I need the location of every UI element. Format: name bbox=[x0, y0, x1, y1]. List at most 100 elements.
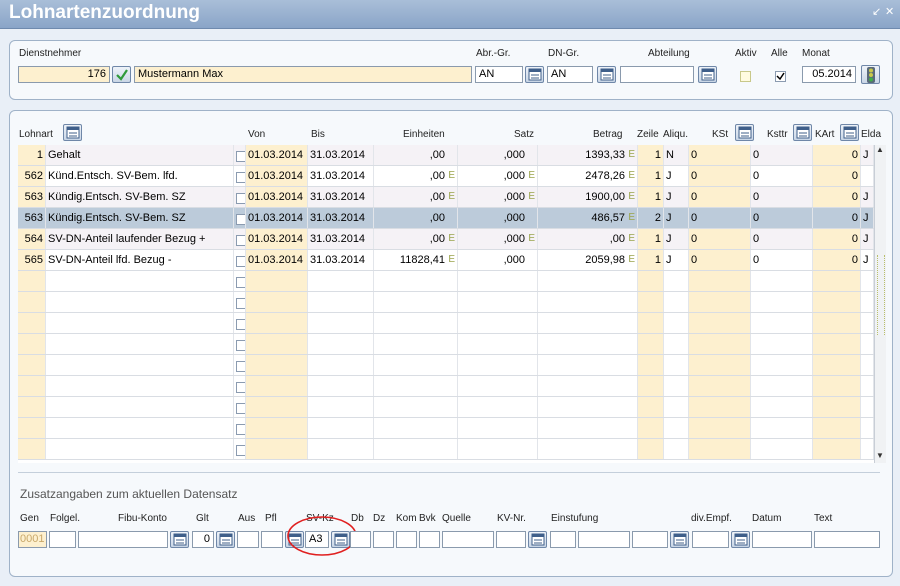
row-checkbox-cell[interactable] bbox=[234, 397, 246, 417]
cell-ksttr[interactable] bbox=[751, 439, 813, 459]
cell-von[interactable] bbox=[246, 271, 308, 291]
kom-field[interactable] bbox=[396, 531, 417, 548]
dn-confirm-button[interactable] bbox=[112, 66, 131, 83]
cell-betrag[interactable] bbox=[538, 418, 638, 438]
cell-nr[interactable] bbox=[18, 439, 46, 459]
einstufung-field-3[interactable] bbox=[632, 531, 668, 548]
cell-aliqu[interactable]: J bbox=[664, 166, 689, 186]
cell-einheiten[interactable] bbox=[374, 376, 458, 396]
cell-zeile[interactable]: 1 bbox=[638, 166, 664, 186]
cell-text[interactable] bbox=[46, 271, 234, 291]
cell-aliqu[interactable] bbox=[664, 292, 689, 312]
cell-satz[interactable] bbox=[458, 355, 538, 375]
cell-ksttr[interactable] bbox=[751, 313, 813, 333]
dn-gr-field[interactable]: AN bbox=[547, 66, 593, 83]
cell-kst[interactable]: 0 bbox=[689, 166, 751, 186]
cell-kart[interactable] bbox=[813, 355, 861, 375]
cell-von[interactable] bbox=[246, 376, 308, 396]
cell-von[interactable]: 01.03.2014 bbox=[246, 229, 308, 249]
dn-name-field[interactable]: Mustermann Max bbox=[134, 66, 472, 83]
row-checkbox-cell[interactable] bbox=[234, 271, 246, 291]
cell-betrag[interactable] bbox=[538, 376, 638, 396]
cell-von[interactable] bbox=[246, 334, 308, 354]
table-row[interactable]: 563 Kündig.Entsch. SV-Bem. SZ 01.03.2014 31… bbox=[18, 208, 874, 229]
cell-nr[interactable]: 564 bbox=[18, 229, 46, 249]
cell-kart[interactable]: 0 bbox=[813, 166, 861, 186]
cell-betrag[interactable]: ,00 E bbox=[538, 229, 638, 249]
aus-field[interactable] bbox=[237, 531, 259, 548]
empty-table-row[interactable] bbox=[18, 313, 874, 334]
cell-ksttr[interactable]: 0 bbox=[751, 250, 813, 270]
cell-zeile[interactable] bbox=[638, 418, 664, 438]
row-checkbox[interactable] bbox=[236, 319, 245, 330]
kst-picker-button[interactable] bbox=[735, 124, 754, 141]
cell-betrag[interactable] bbox=[538, 355, 638, 375]
alle-checkbox[interactable] bbox=[775, 71, 786, 82]
table-row[interactable]: 1 Gehalt 01.03.2014 31.03.2014 ,00 ,000 1393,3… bbox=[18, 145, 874, 166]
row-checkbox-cell[interactable] bbox=[234, 376, 246, 396]
cell-kst[interactable]: 0 bbox=[689, 187, 751, 207]
cell-bis[interactable]: 31.03.2014 bbox=[308, 250, 374, 270]
kart-picker-button[interactable] bbox=[840, 124, 859, 141]
dz-field[interactable] bbox=[373, 531, 394, 548]
table-row[interactable]: 562 Künd.Entsch. SV-Bem. lfd. 01.03.2014 31… bbox=[18, 166, 874, 187]
cell-text[interactable]: Gehalt bbox=[46, 145, 234, 165]
cell-einheiten[interactable]: ,00 E bbox=[374, 187, 458, 207]
cell-kart[interactable]: 0 bbox=[813, 250, 861, 270]
cell-text[interactable] bbox=[46, 355, 234, 375]
cell-einheiten[interactable]: ,00 bbox=[374, 145, 458, 165]
cell-aliqu[interactable]: J bbox=[664, 229, 689, 249]
cell-text[interactable] bbox=[46, 313, 234, 333]
cell-kart[interactable] bbox=[813, 397, 861, 417]
cell-bis[interactable]: 31.03.2014 bbox=[308, 166, 374, 186]
row-checkbox-cell[interactable] bbox=[234, 418, 246, 438]
cell-elda[interactable]: J bbox=[861, 208, 874, 228]
cell-kart[interactable] bbox=[813, 376, 861, 396]
cell-elda[interactable] bbox=[861, 334, 874, 354]
cell-ksttr[interactable] bbox=[751, 418, 813, 438]
row-checkbox-cell[interactable] bbox=[234, 439, 246, 459]
cell-ksttr[interactable] bbox=[751, 397, 813, 417]
cell-von[interactable] bbox=[246, 292, 308, 312]
cell-nr[interactable] bbox=[18, 292, 46, 312]
cell-satz[interactable] bbox=[458, 418, 538, 438]
row-checkbox[interactable] bbox=[236, 382, 245, 393]
div-empf-picker-button[interactable] bbox=[731, 531, 750, 548]
scroll-down-icon[interactable]: ▼ bbox=[876, 451, 884, 460]
gen-field[interactable]: 0001 bbox=[18, 531, 47, 548]
datum-field[interactable] bbox=[752, 531, 812, 548]
row-checkbox[interactable] bbox=[236, 361, 245, 372]
cell-zeile[interactable]: 1 bbox=[638, 250, 664, 270]
aktiv-checkbox[interactable] bbox=[740, 71, 751, 82]
cell-kst[interactable]: 0 bbox=[689, 229, 751, 249]
row-checkbox[interactable] bbox=[236, 298, 245, 309]
cell-von[interactable] bbox=[246, 439, 308, 459]
cell-zeile[interactable] bbox=[638, 355, 664, 375]
cell-nr[interactable] bbox=[18, 376, 46, 396]
einstufung-field-2[interactable] bbox=[578, 531, 630, 548]
cell-satz[interactable] bbox=[458, 376, 538, 396]
cell-ksttr[interactable]: 0 bbox=[751, 166, 813, 186]
empty-table-row[interactable] bbox=[18, 355, 874, 376]
cell-kst[interactable] bbox=[689, 397, 751, 417]
cell-text[interactable] bbox=[46, 292, 234, 312]
row-checkbox[interactable] bbox=[236, 445, 245, 456]
table-row[interactable]: 563 Kündig.Entsch. SV-Bem. SZ 01.03.2014 31… bbox=[18, 187, 874, 208]
cell-bis[interactable]: 31.03.2014 bbox=[308, 208, 374, 228]
cell-aliqu[interactable] bbox=[664, 418, 689, 438]
cell-elda[interactable] bbox=[861, 376, 874, 396]
glt-field[interactable]: 0 bbox=[192, 531, 214, 548]
cell-text[interactable] bbox=[46, 334, 234, 354]
cell-text[interactable]: Künd.Entsch. SV-Bem. lfd. bbox=[46, 166, 234, 186]
row-checkbox-cell[interactable] bbox=[234, 334, 246, 354]
cell-bis[interactable] bbox=[308, 355, 374, 375]
cell-aliqu[interactable]: J bbox=[664, 250, 689, 270]
cell-kart[interactable]: 0 bbox=[813, 208, 861, 228]
cell-bis[interactable]: 31.03.2014 bbox=[308, 187, 374, 207]
row-checkbox-cell[interactable] bbox=[234, 166, 246, 186]
cell-bis[interactable] bbox=[308, 292, 374, 312]
cell-kart[interactable] bbox=[813, 313, 861, 333]
cell-kart[interactable] bbox=[813, 439, 861, 459]
row-checkbox[interactable] bbox=[236, 193, 245, 204]
cell-aliqu[interactable] bbox=[664, 313, 689, 333]
